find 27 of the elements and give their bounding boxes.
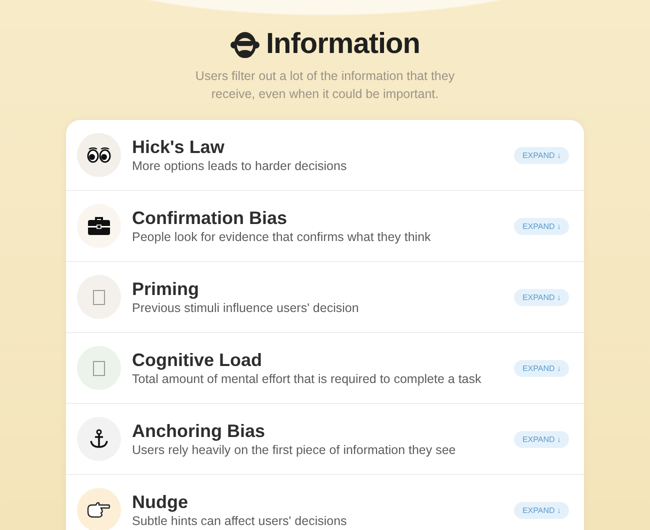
item-description: Total amount of mental effort that is required to complete a task: [132, 371, 482, 387]
item-description: People look for evidence that confirms what they think: [132, 229, 432, 245]
monkey-icon: [230, 30, 260, 60]
expand-button[interactable]: EXPAND ↓: [514, 218, 569, 234]
briefcase-icon: [88, 217, 110, 235]
pointing-hand-icon: [87, 500, 111, 520]
expand-button[interactable]: EXPAND ↓: [514, 430, 569, 448]
anchor-icon: [90, 429, 108, 449]
expand-button[interactable]: EXPAND ↓: [514, 146, 569, 164]
page-subtitle: Users filter out a lot of the information that they receive, even when it could be important.: [194, 68, 456, 103]
expand-button[interactable]: EXPAND ↓: [514, 360, 569, 376]
missing-glyph-icon: [93, 290, 105, 304]
expand-button[interactable]: EXPAND ↓: [514, 288, 569, 306]
item-description: Subtle hints can affect users' decisions: [132, 513, 348, 529]
page-title: Information: [266, 28, 420, 61]
expand-button[interactable]: EXPAND ↓: [514, 502, 569, 518]
eyes-icon: [87, 147, 111, 163]
item-title: Confirmation Bias: [132, 207, 288, 229]
missing-glyph-icon: [93, 360, 105, 376]
item-description: Users rely heavily on the first piece of information they see: [132, 442, 457, 458]
item-title: Cognitive Load: [132, 349, 263, 371]
item-title: Priming: [132, 278, 200, 300]
item-description: Previous stimuli influence users' decision: [132, 300, 360, 316]
item-description: More options leads to harder decisions: [132, 158, 348, 174]
item-title: Nudge: [132, 491, 189, 513]
item-title: Anchoring Bias: [132, 420, 266, 442]
item-title: Hick's Law: [132, 136, 226, 158]
